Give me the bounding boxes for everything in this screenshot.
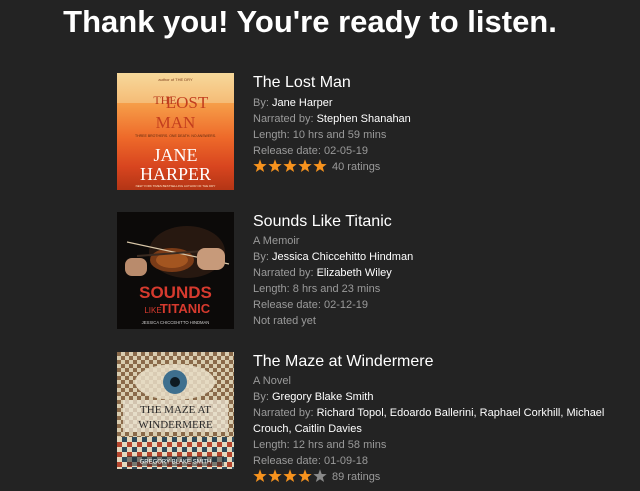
svg-text:TITANIC: TITANIC — [160, 301, 211, 316]
svg-text:NEW YORK TIMES BESTSELLING AUT: NEW YORK TIMES BESTSELLING AUTHOR OF THE… — [136, 184, 216, 188]
star-filled-icon — [268, 159, 282, 172]
author-link[interactable]: Jane Harper — [272, 97, 333, 109]
length-row: Length: 12 hrs and 58 mins — [253, 437, 633, 453]
book-cover-the-maze-at-windermere[interactable]: THE MAZE AT WINDERMERE GREGORY BLAKE SMI… — [117, 352, 234, 469]
length-label: Length: — [253, 283, 290, 295]
release-date-row: Release date: 02-05-19 — [253, 143, 633, 159]
release-date-value: 01-09-18 — [323, 455, 368, 467]
sunset-outback-cover-art: author of THE DRY THE LOST MAN THREE BRO… — [117, 73, 234, 190]
book-cover-sounds-like-titanic[interactable]: SOUNDS LIKE TITANIC JESSICA CHICCEHITTO … — [117, 212, 234, 329]
book-title[interactable]: Sounds Like Titanic — [253, 213, 633, 231]
eye-maze-cover-art: THE MAZE AT WINDERMERE GREGORY BLAKE SMI… — [117, 352, 234, 469]
book-info: The Maze at Windermere A Novel By: Grego… — [253, 352, 633, 485]
star-rating — [253, 159, 329, 173]
book-item-the-lost-man: author of THE DRY THE LOST MAN THREE BRO… — [117, 73, 627, 193]
narrator-link[interactable]: Stephen Shanahan — [317, 113, 411, 125]
page-heading: Thank you! You're ready to listen. — [63, 4, 557, 39]
book-info: The Lost Man By: Jane Harper Narrated by… — [253, 73, 633, 175]
release-date-value: 02-05-19 — [323, 145, 368, 157]
star-filled-icon — [283, 159, 297, 172]
length-label: Length: — [253, 129, 290, 141]
book-item-sounds-like-titanic: SOUNDS LIKE TITANIC JESSICA CHICCEHITTO … — [117, 212, 627, 332]
svg-text:THREE BROTHERS. ONE DEATH. NO: THREE BROTHERS. ONE DEATH. NO ANSWERS. — [135, 134, 216, 138]
star-rating — [253, 469, 329, 483]
narrator-label: Narrated by: — [253, 113, 314, 125]
star-filled-icon — [283, 469, 297, 482]
length-row: Length: 8 hrs and 23 mins — [253, 281, 633, 297]
svg-text:JANE: JANE — [154, 145, 198, 165]
book-cover-the-lost-man[interactable]: author of THE DRY THE LOST MAN THREE BRO… — [117, 73, 234, 190]
length-value: 8 hrs and 23 mins — [292, 283, 381, 295]
book-item-the-maze-at-windermere: THE MAZE AT WINDERMERE GREGORY BLAKE SMI… — [117, 352, 627, 483]
ratings-count[interactable]: 40 ratings — [332, 161, 380, 173]
ratings-count[interactable]: 89 ratings — [332, 471, 380, 483]
star-filled-icon — [253, 469, 267, 482]
star-filled-icon — [313, 159, 327, 172]
stars-graphic — [253, 469, 327, 482]
release-date-label: Release date: — [253, 455, 321, 467]
star-filled-icon — [268, 469, 282, 482]
length-row: Length: 10 hrs and 59 mins — [253, 127, 633, 143]
narrator-label: Narrated by: — [253, 267, 314, 279]
narrator-row: Narrated by: Richard Topol, Edoardo Ball… — [253, 405, 628, 437]
svg-text:WINDERMERE: WINDERMERE — [138, 419, 213, 431]
author-row: By: Jane Harper — [253, 95, 633, 111]
release-date-row: Release date: 02-12-19 — [253, 297, 633, 313]
rating-row: 89 ratings — [253, 469, 633, 485]
author-link[interactable]: Gregory Blake Smith — [272, 391, 373, 403]
release-date-label: Release date: — [253, 145, 321, 157]
svg-text:author of THE DRY: author of THE DRY — [158, 77, 193, 82]
book-info: Sounds Like Titanic A Memoir By: Jessica… — [253, 212, 633, 329]
author-label: By: — [253, 97, 269, 109]
star-empty-icon — [313, 469, 327, 482]
narrator-row: Narrated by: Stephen Shanahan — [253, 111, 633, 127]
author-link[interactable]: Jessica Chiccehitto Hindman — [272, 251, 413, 263]
narrator-link[interactable]: Elizabeth Wiley — [317, 267, 392, 279]
not-rated-text: Not rated yet — [253, 315, 316, 327]
svg-text:GREGORY BLAKE SMITH: GREGORY BLAKE SMITH — [140, 460, 212, 466]
star-filled-icon — [253, 159, 267, 172]
svg-text:THE MAZE AT: THE MAZE AT — [140, 404, 211, 416]
book-subtitle: A Novel — [253, 375, 291, 387]
author-row: By: Gregory Blake Smith — [253, 389, 633, 405]
book-title[interactable]: The Lost Man — [253, 74, 633, 92]
rating-row: 40 ratings — [253, 159, 633, 175]
book-title[interactable]: The Maze at Windermere — [253, 353, 633, 371]
narrator-row: Narrated by: Elizabeth Wiley — [253, 265, 633, 281]
star-filled-icon — [298, 469, 312, 482]
length-value: 10 hrs and 59 mins — [292, 129, 387, 141]
length-value: 12 hrs and 58 mins — [292, 439, 387, 451]
author-label: By: — [253, 251, 269, 263]
release-date-label: Release date: — [253, 299, 321, 311]
star-filled-icon — [298, 159, 312, 172]
release-date-value: 02-12-19 — [323, 299, 368, 311]
svg-text:LOST: LOST — [166, 93, 209, 112]
svg-text:JESSICA CHICCEHITTO HINDMAN: JESSICA CHICCEHITTO HINDMAN — [142, 320, 210, 325]
length-label: Length: — [253, 439, 290, 451]
author-row: By: Jessica Chiccehitto Hindman — [253, 249, 633, 265]
svg-text:MAN: MAN — [156, 113, 196, 132]
stars-graphic — [253, 159, 327, 172]
release-date-row: Release date: 01-09-18 — [253, 453, 633, 469]
violin-cover-art: SOUNDS LIKE TITANIC JESSICA CHICCEHITTO … — [117, 212, 234, 329]
svg-text:HARPER: HARPER — [140, 164, 211, 184]
book-subtitle: A Memoir — [253, 235, 300, 247]
narrator-label: Narrated by: — [253, 407, 314, 419]
author-label: By: — [253, 391, 269, 403]
svg-text:SOUNDS: SOUNDS — [139, 283, 212, 302]
